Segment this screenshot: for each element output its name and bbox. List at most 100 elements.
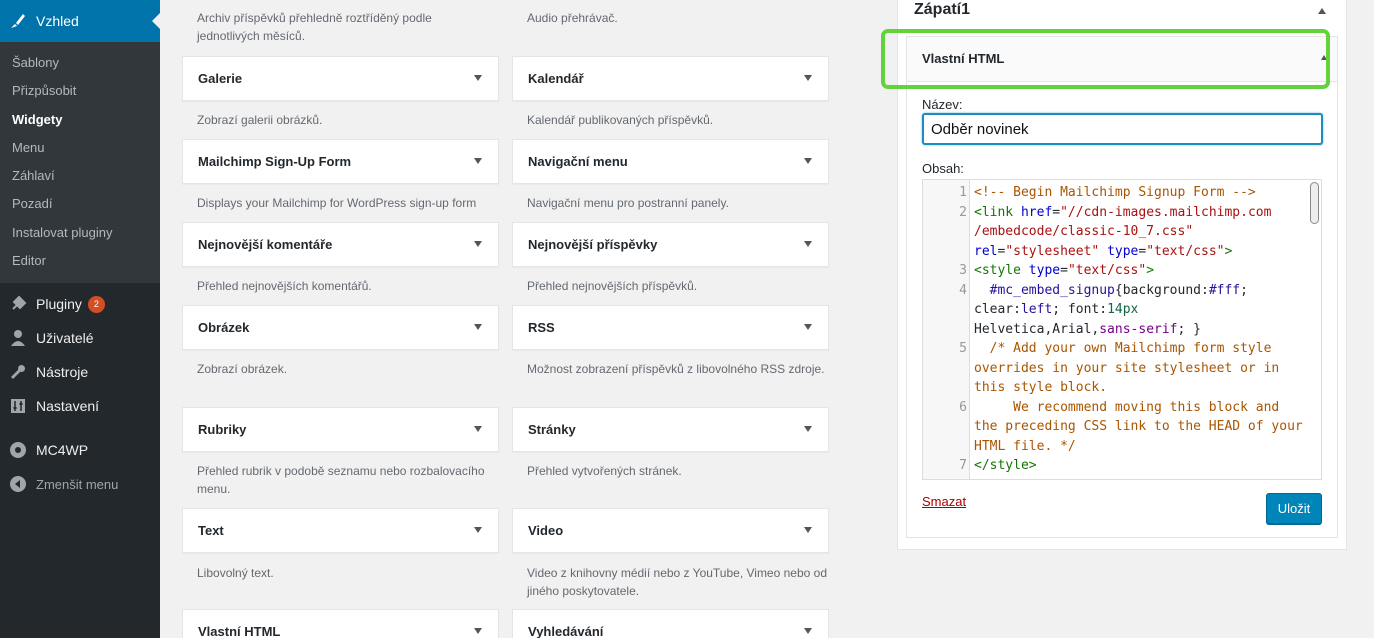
line-number: 5 [959,341,967,356]
menu-item-vzhled[interactable]: Vzhled [0,0,160,42]
code-text: clear:left; font:14px [974,302,1139,317]
widget-desc: Zobrazí galerii obrázků. [197,113,323,127]
widget-title: RSS [528,320,555,335]
widget-title: Rubriky [198,422,247,437]
widget-vyhledavani[interactable]: Vyhledávání [512,609,829,638]
widget-mailchimp-signup[interactable]: Mailchimp Sign-Up Form [182,139,499,184]
widget-title: Obrázek [198,320,250,335]
collapse-menu-button[interactable]: Zmenšit menu [0,467,160,501]
code-text: We recommend moving this block and [974,399,1280,415]
chevron-down-icon[interactable] [804,426,812,432]
widget-title: Galerie [198,71,243,86]
update-count-badge: 2 [87,295,105,313]
widget-title: Vlastní HTML [198,624,281,638]
widget-text[interactable]: Text [182,508,499,553]
widget-desc: Přehled rubrik v podobě seznamu nebo roz… [197,464,485,496]
code-text: </style> [974,458,1037,473]
sidebar-area-title[interactable]: Zápatí1 [914,1,970,19]
widget-nejnovejsi-prispevky[interactable]: Nejnovější příspěvky [512,222,829,267]
line-number: 6 [959,399,967,415]
widget-desc: Video z knihovny médií nebo z YouTube, V… [527,566,827,598]
widget-desc: Displays your Mailchimp for WordPress si… [197,196,477,210]
widget-desc: Přehled nejnovějších příspěvků. [527,279,698,293]
widget-vlastni-html[interactable]: Vlastní HTML [182,609,499,638]
widget-title: Nejnovější příspěvky [528,237,658,252]
chevron-down-icon[interactable] [804,158,812,164]
chevron-down-icon[interactable] [804,324,812,330]
code-text: the preceding CSS link to the HEAD of yo… [974,419,1303,434]
code-text: <style type="text/css"> [974,263,1155,278]
code-text: <link href="//cdn-images.mailchimp.com [974,204,1272,220]
code-text: overrides in your site stylesheet or in [974,360,1280,376]
admin-sidebar: Vzhled Šablony Přizpůsobit Widgety Menu … [0,0,160,638]
code-text: /embedcode/classic-10_7.css" [974,224,1194,239]
chevron-down-icon[interactable] [474,628,482,634]
chevron-up-icon[interactable] [1318,8,1326,14]
widget-video[interactable]: Video [512,508,829,553]
submenu-instalovat-pluginy[interactable]: Instalovat pluginy [0,219,160,247]
code-text: rel="stylesheet" type="text/css"> [974,243,1233,259]
chevron-down-icon[interactable] [474,527,482,533]
widget-stranky[interactable]: Stránky [512,407,829,452]
widget-desc: Přehled vytvořených stránek. [527,464,682,478]
settings-icon [0,398,36,414]
menu-item-nastroje[interactable]: Nástroje [0,355,160,389]
chevron-down-icon[interactable] [804,75,812,81]
widget-title: Nejnovější komentáře [198,237,333,252]
mc4wp-icon [0,441,36,459]
submenu-widgety[interactable]: Widgety [0,106,160,134]
submenu-editor[interactable]: Editor [0,247,160,275]
widget-title-input[interactable] [922,113,1323,145]
chevron-down-icon[interactable] [474,158,482,164]
code-text: Helvetica,Arial,sans-serif; } [974,321,1201,337]
widget-kalendar[interactable]: Kalendář [512,56,829,101]
highlight-annotation [881,29,1330,89]
save-button[interactable]: Uložit [1266,493,1322,524]
chevron-down-icon[interactable] [474,324,482,330]
line-number: 7 [959,458,967,473]
submenu-zahlavi[interactable]: Záhlaví [0,162,160,190]
users-icon [0,329,36,347]
html-code-editor[interactable]: 1 <!-- Begin Mailchimp Signup Form --> 2 <l… [922,179,1322,480]
menu-item-uzivatele[interactable]: Uživatelé [0,321,160,355]
chevron-down-icon[interactable] [804,241,812,247]
widget-rubriky[interactable]: Rubriky [182,407,499,452]
delete-link[interactable]: Smazat [922,494,966,509]
menu-item-nastaveni[interactable]: Nastavení [0,389,160,423]
widget-desc-archiv: Archiv příspěvků přehledně roztříděný po… [197,11,432,43]
widget-galerie[interactable]: Galerie [182,56,499,101]
appearance-submenu: Šablony Přizpůsobit Widgety Menu Záhlaví… [0,42,160,284]
widget-nejnovejsi-komentare[interactable]: Nejnovější komentáře [182,222,499,267]
line-number: 3 [959,263,967,278]
widget-title: Text [198,523,224,538]
chevron-down-icon[interactable] [804,527,812,533]
widget-obrazek[interactable]: Obrázek [182,305,499,350]
line-number: 1 [959,185,967,200]
chevron-down-icon[interactable] [804,628,812,634]
menu-label-vzhled: Vzhled [36,13,79,29]
chevron-down-icon[interactable] [474,75,482,81]
tools-icon [0,363,36,381]
paintbrush-icon [0,11,36,31]
code-text: HTML file. */ [974,438,1076,454]
chevron-down-icon[interactable] [474,426,482,432]
widget-desc: Kalendář publikovaných příspěvků. [527,113,714,127]
widget-rss[interactable]: RSS [512,305,829,350]
widget-title: Kalendář [528,71,584,86]
widget-desc: Zobrazí obrázek. [197,362,288,376]
submenu-sablony[interactable]: Šablony [0,49,160,77]
menu-label-nastaveni: Nastavení [36,398,100,415]
editor-scrollbar[interactable] [1310,182,1319,224]
widget-desc: Přehled nejnovějších komentářů. [197,279,372,293]
submenu-prizpusobit[interactable]: Přizpůsobit [0,77,160,105]
menu-item-pluginy[interactable]: Pluginy 2 [0,287,160,321]
menu-label-mc4wp: MC4WP [36,442,89,459]
menu-item-mc4wp[interactable]: MC4WP [0,433,160,467]
collapse-icon [0,476,36,493]
submenu-pozadi[interactable]: Pozadí [0,190,160,218]
widget-title: Navigační menu [528,154,628,169]
widget-navigacni-menu[interactable]: Navigační menu [512,139,829,184]
chevron-down-icon[interactable] [474,241,482,247]
submenu-menu[interactable]: Menu [0,134,160,162]
menu-label-nastroje: Nástroje [36,364,89,381]
